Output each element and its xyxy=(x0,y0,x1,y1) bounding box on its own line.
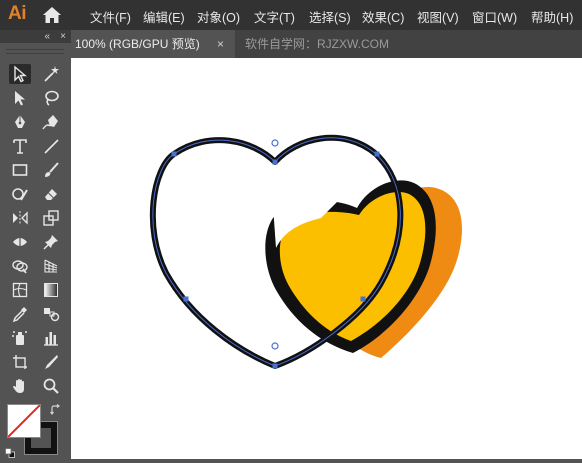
curvature-tool[interactable] xyxy=(40,112,62,132)
selection-arrow-icon xyxy=(14,65,27,83)
width-tool[interactable] xyxy=(9,232,31,252)
reflect-icon xyxy=(13,211,28,225)
type-tool[interactable] xyxy=(9,136,31,156)
menu-bar: Ai 文件(F) 编辑(E) 对象(O) 文字(T) 选择(S) 效果(C) 视… xyxy=(0,0,582,30)
magic-wand-icon xyxy=(44,66,59,82)
artboard-tool[interactable] xyxy=(9,352,31,372)
perspective-grid-tool[interactable] xyxy=(40,256,62,276)
reflect-tool[interactable] xyxy=(9,208,31,228)
column-graph-icon xyxy=(44,332,58,346)
anchor-point[interactable] xyxy=(272,159,278,165)
pen-tool[interactable] xyxy=(9,112,31,132)
direct-selection-tool[interactable] xyxy=(9,88,31,108)
anchor-point[interactable] xyxy=(183,296,189,302)
swap-colors-icon[interactable] xyxy=(50,404,62,419)
pin-icon xyxy=(43,235,58,250)
rectangle-icon xyxy=(12,164,28,176)
column-graph-tool[interactable] xyxy=(40,328,62,348)
tools-panel-header: « × xyxy=(0,30,71,43)
hand-tool[interactable] xyxy=(9,376,31,396)
artboard-icon xyxy=(13,355,27,369)
eraser-tool[interactable] xyxy=(40,184,62,204)
gradient-tool[interactable] xyxy=(40,280,62,300)
scale-icon xyxy=(43,210,59,226)
shape-builder-icon xyxy=(12,260,28,274)
eyedropper-tool[interactable] xyxy=(9,304,31,324)
menu-file[interactable]: 文件(F) xyxy=(90,7,131,26)
menu-type[interactable]: 文字(T) xyxy=(254,7,295,26)
anchor-point[interactable] xyxy=(272,363,278,369)
menu-select[interactable]: 选择(S) xyxy=(309,7,351,26)
panel-grip[interactable] xyxy=(6,49,64,54)
tab-title: 100% (RGB/GPU 预览) xyxy=(75,37,200,51)
slice-icon xyxy=(45,355,58,369)
tab-active-document[interactable]: 100% (RGB/GPU 预览) × xyxy=(71,30,235,58)
center-point-top[interactable] xyxy=(271,139,279,147)
zoom-icon xyxy=(43,378,59,394)
anchor-point[interactable] xyxy=(171,151,177,157)
menu-object[interactable]: 对象(O) xyxy=(197,7,240,26)
direct-selection-icon xyxy=(15,91,25,106)
tools-panel: « × xyxy=(0,30,71,459)
line-segment-icon xyxy=(44,139,59,154)
menu-effect[interactable]: 效果(C) xyxy=(362,7,404,26)
none-color-slash xyxy=(8,405,40,437)
shaper-tool[interactable] xyxy=(9,184,31,204)
mesh-tool[interactable] xyxy=(9,280,31,300)
eraser-icon xyxy=(45,189,57,200)
tab-close-icon[interactable]: × xyxy=(217,30,224,58)
hand-icon xyxy=(13,379,24,393)
symbol-sprayer-tool[interactable] xyxy=(9,328,31,348)
gradient-icon xyxy=(44,283,58,297)
perspective-grid-icon xyxy=(44,259,58,273)
close-panel-icon[interactable]: × xyxy=(60,30,66,43)
mesh-icon xyxy=(12,282,28,298)
menu-edit[interactable]: 编辑(E) xyxy=(143,7,185,26)
pen-icon xyxy=(15,115,25,128)
collapse-icon[interactable]: « xyxy=(44,30,50,43)
document-tab-bar: 100% (RGB/GPU 预览) × 软件自学网：RJZXW.COM xyxy=(71,30,582,58)
fill-color-swatch[interactable] xyxy=(7,404,41,438)
line-tool[interactable] xyxy=(40,136,62,156)
type-icon xyxy=(13,139,27,154)
blend-icon xyxy=(44,308,60,322)
menu-window[interactable]: 窗口(W) xyxy=(472,7,517,26)
artboard-canvas[interactable] xyxy=(71,58,582,459)
tab-watermark[interactable]: 软件自学网：RJZXW.COM xyxy=(245,30,389,58)
width-icon xyxy=(13,236,27,248)
symbol-sprayer-icon xyxy=(12,331,27,345)
anchor-point[interactable] xyxy=(374,151,380,157)
shape-builder-tool[interactable] xyxy=(9,256,31,276)
zoom-tool[interactable] xyxy=(40,376,62,396)
shaper-icon xyxy=(12,188,28,201)
curvature-pen-icon xyxy=(42,115,58,130)
slice-tool[interactable] xyxy=(40,352,62,372)
menu-view[interactable]: 视图(V) xyxy=(417,7,459,26)
magic-wand-tool[interactable] xyxy=(40,64,62,84)
blend-tool[interactable] xyxy=(40,304,62,324)
scale-tool[interactable] xyxy=(40,208,62,228)
lasso-tool[interactable] xyxy=(40,88,62,108)
home-icon xyxy=(43,7,61,23)
home-button[interactable] xyxy=(42,6,62,24)
puppet-warp-tool[interactable] xyxy=(40,232,62,252)
hearts-artwork[interactable] xyxy=(71,58,582,459)
app-logo: Ai xyxy=(8,3,27,24)
lasso-icon xyxy=(45,90,59,106)
selection-tool[interactable] xyxy=(9,64,31,84)
eyedropper-icon xyxy=(12,307,27,323)
paintbrush-tool[interactable] xyxy=(40,160,62,180)
paintbrush-icon xyxy=(45,162,59,177)
default-colors-icon[interactable] xyxy=(5,445,15,458)
center-point-bottom[interactable] xyxy=(271,342,279,350)
rectangle-tool[interactable] xyxy=(9,160,31,180)
menu-help[interactable]: 帮助(H) xyxy=(531,7,573,26)
anchor-point[interactable] xyxy=(360,296,366,302)
